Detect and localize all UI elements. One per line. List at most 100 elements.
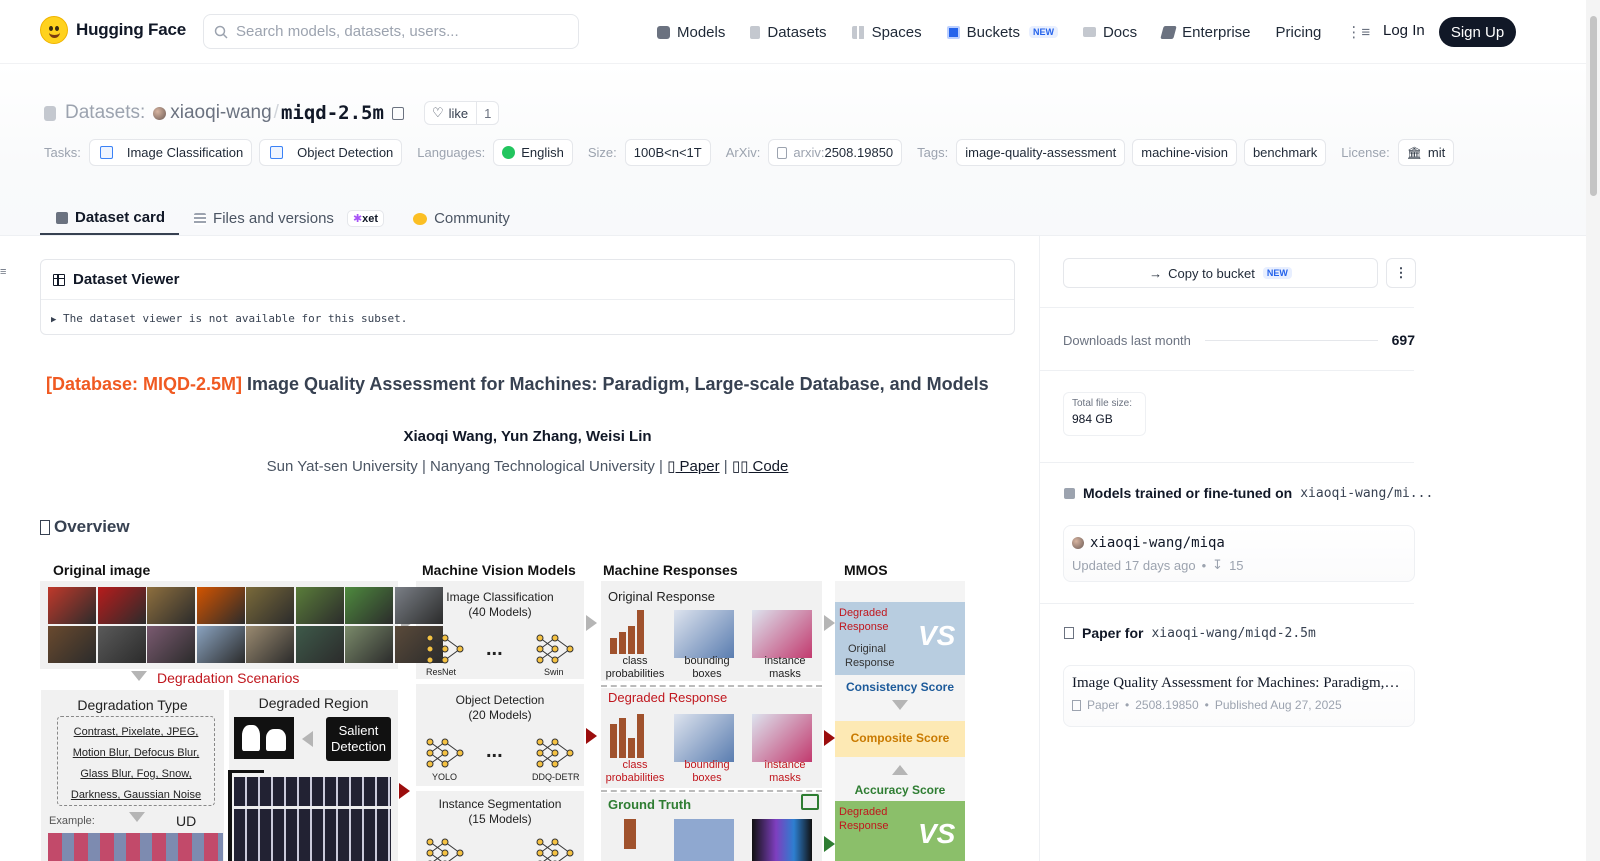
- dot-separator: •: [1204, 698, 1209, 712]
- thumbnail-image: [246, 587, 294, 624]
- nav-spaces-label: Spaces: [871, 23, 922, 41]
- model-name: xiaoqi-wang/miqa: [1090, 535, 1225, 551]
- bounding-box-image: [674, 610, 734, 658]
- arxiv-label: ArXiv:: [725, 145, 761, 160]
- degradation-types-line: Contrast, Pixelate, JPEG,: [73, 726, 199, 738]
- paper-link[interactable]: ▯ Paper: [667, 458, 719, 475]
- response-caption: probabilities: [605, 668, 665, 680]
- tab-dataset-card[interactable]: Dataset card: [40, 195, 180, 235]
- nav-models[interactable]: Models: [657, 19, 725, 45]
- divider: [1040, 603, 1414, 604]
- response-caption: instance: [764, 759, 806, 771]
- divider: [601, 685, 822, 687]
- checkmark-icon: [801, 794, 819, 810]
- database-icon: [750, 25, 761, 39]
- arxiv-chip[interactable]: arxiv: 2508.19850: [768, 139, 903, 166]
- tab-files-and-versions[interactable]: Files and versions ✱xet: [179, 195, 398, 235]
- nav-datasets[interactable]: Datasets: [750, 19, 827, 45]
- tag-chip[interactable]: benchmark: [1243, 139, 1327, 166]
- scrollbar-thumb[interactable]: [1590, 16, 1597, 196]
- like-button[interactable]: ♡ like 1: [424, 101, 500, 125]
- tag-chip[interactable]: machine-vision: [1132, 139, 1237, 166]
- menu-icon[interactable]: ⋮≡: [1346, 23, 1370, 41]
- tag-chip[interactable]: image-quality-assessment: [956, 139, 1126, 166]
- mmos-response-label: Response: [839, 820, 889, 832]
- more-options-button[interactable]: ⋮: [1386, 258, 1416, 288]
- divider: [1040, 307, 1414, 308]
- example-strip: [48, 833, 223, 861]
- owner-link[interactable]: xiaoqi-wang: [170, 102, 271, 124]
- emoji-placeholder-icon: [40, 519, 50, 535]
- code-link[interactable]: ▯▯ Code: [732, 458, 789, 475]
- response-caption: masks: [769, 668, 801, 680]
- license-chip[interactable]: 🏛 mit: [1397, 139, 1455, 166]
- task-chip-image-classification[interactable]: Image Classification: [88, 139, 253, 166]
- detection-label: Detection: [331, 739, 386, 754]
- paper-card-title: Image Quality Assessment for Machines: P…: [1072, 675, 1402, 691]
- brand-logo[interactable]: Hugging Face: [40, 16, 186, 44]
- nav-docs[interactable]: Docs: [1082, 19, 1137, 45]
- top-navbar: Hugging Face Models Datasets Spaces Buck…: [0, 0, 1586, 64]
- dataset-viewer: Dataset Viewer ▶ The dataset viewer is n…: [40, 259, 1015, 335]
- copy-icon[interactable]: [391, 106, 404, 120]
- arxiv-id: 2508.19850: [824, 145, 894, 160]
- response-caption: class: [622, 655, 648, 667]
- nav-enterprise[interactable]: Enterprise: [1160, 19, 1251, 45]
- tab-community[interactable]: Community: [398, 195, 524, 235]
- composite-score-label: Composite Score: [850, 731, 950, 745]
- viewer-message[interactable]: ▶ The dataset viewer is not available fo…: [41, 300, 1014, 325]
- arxiv-prefix: arxiv:: [793, 145, 825, 160]
- signup-button[interactable]: Sign Up: [1439, 17, 1516, 47]
- disclosure-triangle-icon: ▶: [51, 315, 57, 325]
- class-probability-bars: [610, 610, 644, 654]
- authors: Xiaoqi Wang, Yun Zhang, Weisi Lin: [403, 428, 652, 445]
- search-input[interactable]: [236, 23, 556, 40]
- original-response-title: Original Response: [608, 589, 715, 604]
- model-card[interactable]: xiaoqi-wang/miqa Updated 17 days ago • ↧ 15: [1063, 525, 1415, 582]
- owner-avatar[interactable]: [153, 106, 167, 120]
- yolo-label: YOLO: [432, 772, 458, 782]
- cube-icon: [56, 211, 68, 224]
- new-badge: NEW: [1028, 26, 1058, 38]
- neural-network-icon: [536, 838, 574, 861]
- degradation-types-line: Darkness, Gaussian Noise: [70, 789, 202, 801]
- affiliation-text: Sun Yat-sen University | Nanyang Technol…: [266, 458, 668, 475]
- copy-to-bucket-button[interactable]: → Copy to bucket NEW: [1063, 258, 1378, 288]
- nav-spaces[interactable]: Spaces: [851, 19, 922, 45]
- breadcrumb-separator: /: [273, 102, 279, 123]
- repo-name[interactable]: miqd-2.5m: [281, 102, 384, 124]
- tags-label: Tags:: [917, 145, 949, 160]
- license-value: mit: [1427, 145, 1446, 160]
- example-label: Example:: [49, 815, 95, 827]
- thumbnail-image: [48, 626, 96, 663]
- mmos-original-label: Original: [848, 643, 886, 655]
- nav-pricing-label: Pricing: [1275, 23, 1322, 41]
- login-link[interactable]: Log In: [1383, 22, 1425, 39]
- toc-toggle-icon[interactable]: ≡: [0, 266, 8, 278]
- vs-label: VS: [918, 818, 956, 849]
- paper-card[interactable]: Image Quality Assessment for Machines: P…: [1063, 665, 1415, 727]
- thumbnail-image: [295, 587, 344, 624]
- search-box[interactable]: [203, 14, 579, 49]
- overview-heading: Overview: [40, 517, 130, 537]
- xet-badge: ✱xet: [346, 210, 385, 227]
- consistency-score-label: Consistency Score: [845, 680, 955, 694]
- arrow-right-icon: →: [1149, 265, 1163, 281]
- size-label: Size:: [587, 145, 617, 160]
- task-chip-object-detection[interactable]: Object Detection: [259, 139, 403, 166]
- models-trained-repo[interactable]: xiaoqi-wang/mi...: [1300, 486, 1433, 501]
- nav-buckets[interactable]: Buckets NEW: [946, 19, 1058, 45]
- ud-label: UD: [176, 813, 197, 829]
- arrow-left-icon: [302, 731, 313, 747]
- language-chip[interactable]: English: [493, 139, 573, 166]
- model-downloads: 15: [1229, 557, 1244, 573]
- repo-tabs: Dataset card Files and versions ✱xet Comm…: [40, 195, 524, 235]
- size-chip[interactable]: 100B<n<1T: [624, 139, 711, 166]
- nav-pricing[interactable]: Pricing: [1276, 19, 1322, 45]
- like-count: 1: [484, 105, 492, 121]
- ground-truth-visual: [674, 819, 734, 861]
- neural-network-icon: [536, 634, 574, 664]
- database-icon: [44, 105, 56, 121]
- document-icon: [1072, 699, 1081, 711]
- grid-icon: [851, 25, 865, 39]
